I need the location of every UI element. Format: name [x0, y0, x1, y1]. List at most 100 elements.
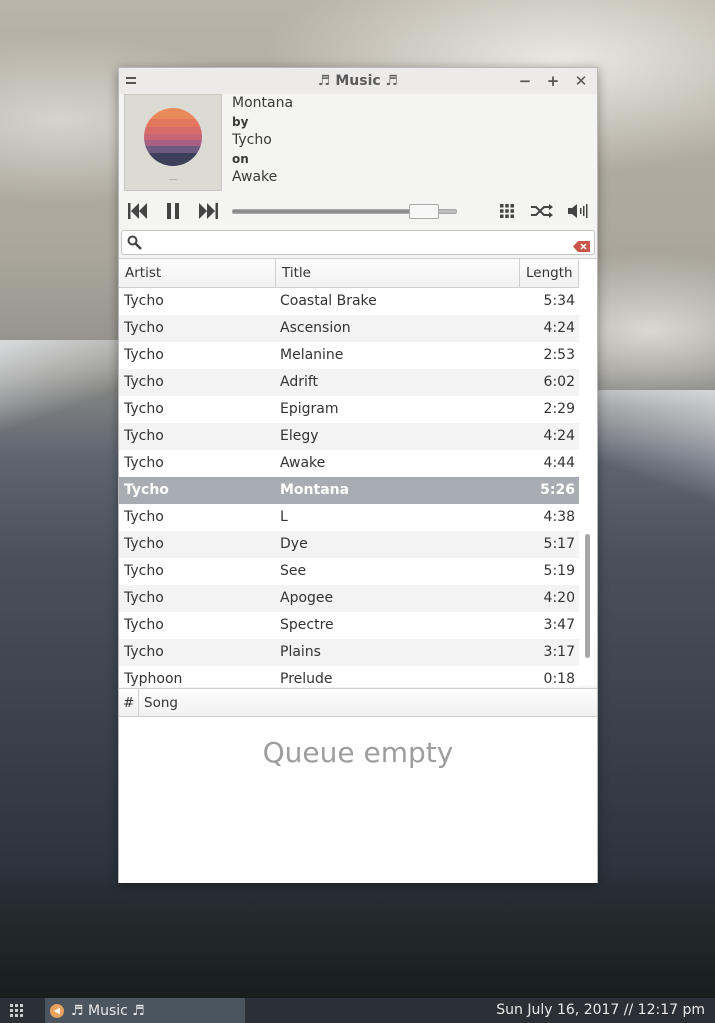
- row-length: 2:29: [543, 401, 575, 417]
- table-row[interactable]: Tycho Ascension 4:24: [119, 315, 579, 342]
- row-length: 5:17: [543, 536, 575, 552]
- row-artist: Tycho: [124, 590, 164, 606]
- queue-header: # Song: [119, 689, 597, 717]
- row-length: 4:44: [543, 455, 575, 471]
- seek-bar-handle[interactable]: [409, 204, 439, 219]
- row-artist: Tycho: [124, 455, 164, 471]
- row-artist: Tycho: [124, 320, 164, 336]
- seek-bar[interactable]: [232, 204, 457, 219]
- row-title: Ascension: [280, 320, 351, 336]
- music-app-icon: [50, 1003, 64, 1018]
- row-artist: Tycho: [124, 536, 164, 552]
- row-title: Dye: [280, 536, 308, 552]
- track-info: Montana by Tycho on Awake: [232, 94, 293, 187]
- queue-empty-message: Queue empty: [262, 736, 454, 769]
- wallpaper-snow-right: [595, 390, 715, 510]
- search-input[interactable]: [146, 233, 566, 252]
- row-title: Spectre: [280, 617, 334, 633]
- table-row[interactable]: Tycho Awake 4:44: [119, 450, 579, 477]
- track-artist: Tycho: [232, 132, 272, 148]
- table-row[interactable]: Tycho Spectre 3:47: [119, 612, 579, 639]
- library-scrollbar[interactable]: [584, 288, 592, 687]
- table-row[interactable]: Tycho Apogee 4:20: [119, 585, 579, 612]
- skip-next-icon[interactable]: [197, 200, 219, 222]
- row-length: 4:20: [543, 590, 575, 606]
- row-length: 0:18: [543, 671, 575, 687]
- taskbar-task-music[interactable]: ♬ Music ♬: [45, 998, 245, 1023]
- row-length: 4:24: [543, 320, 575, 336]
- table-row[interactable]: Tycho Coastal Brake 5:34: [119, 288, 579, 315]
- pause-icon[interactable]: [162, 200, 184, 222]
- row-title: Epigram: [280, 401, 339, 417]
- table-row[interactable]: Typhoon Prelude 0:18: [119, 666, 579, 687]
- search-box[interactable]: [121, 230, 595, 255]
- row-title: Plains: [280, 644, 321, 660]
- row-artist: Tycho: [124, 617, 164, 633]
- table-row[interactable]: Tycho See 5:19: [119, 558, 579, 585]
- row-title: L: [280, 509, 288, 525]
- app-launcher-icon[interactable]: [10, 1004, 23, 1021]
- row-title: Melanine: [280, 347, 344, 363]
- column-header-title[interactable]: Title: [276, 259, 520, 288]
- row-artist: Tycho: [124, 428, 164, 444]
- queue-column-song[interactable]: Song: [140, 689, 178, 717]
- row-length: 2:53: [543, 347, 575, 363]
- track-title: Montana: [232, 95, 294, 111]
- row-length: 5:26: [540, 482, 575, 498]
- taskbar-task-label: ♬ Music ♬: [71, 1002, 145, 1019]
- volume-icon[interactable]: [567, 200, 591, 222]
- row-length: 3:17: [543, 644, 575, 660]
- row-length: 3:47: [543, 617, 575, 633]
- column-header-length[interactable]: Length: [520, 259, 579, 288]
- seek-bar-fill: [233, 210, 424, 213]
- table-row[interactable]: Tycho Plains 3:17: [119, 639, 579, 666]
- track-album: Awake: [232, 169, 278, 185]
- music-window: ♬ Music ♬ − + ✕ Montana by Tycho on Awak…: [118, 67, 598, 883]
- library-rows: Tycho Coastal Brake 5:34 Tycho Ascension 4:24…: [119, 288, 579, 687]
- row-title: Montana: [280, 482, 350, 498]
- row-title: Coastal Brake: [280, 293, 377, 309]
- row-artist: Tycho: [124, 482, 169, 498]
- maximize-button[interactable]: +: [543, 71, 563, 91]
- grid-icon[interactable]: [497, 200, 517, 222]
- title-bar[interactable]: ♬ Music ♬ − + ✕: [119, 68, 597, 94]
- clock[interactable]: Sun July 16, 2017 // 12:17 pm: [496, 998, 705, 1023]
- row-title: Elegy: [280, 428, 319, 444]
- taskbar: ♬ Music ♬ Sun July 16, 2017 // 12:17 pm: [0, 998, 715, 1023]
- minimize-button[interactable]: −: [515, 71, 535, 91]
- row-length: 6:02: [543, 374, 575, 390]
- queue-column-number[interactable]: #: [119, 689, 139, 717]
- row-artist: Tycho: [124, 374, 164, 390]
- now-playing: Montana by Tycho on Awake: [119, 94, 597, 196]
- scrollbar-thumb[interactable]: [585, 534, 590, 658]
- table-row[interactable]: Tycho Elegy 4:24: [119, 423, 579, 450]
- wallpaper-snow-left: [0, 340, 120, 430]
- library-table: Artist Title Length Tycho Coastal Brake 5:…: [119, 258, 597, 687]
- row-artist: Tycho: [124, 644, 164, 660]
- row-title: Prelude: [280, 671, 333, 687]
- row-artist: Tycho: [124, 563, 164, 579]
- column-header-artist[interactable]: Artist: [119, 259, 276, 288]
- library-header: Artist Title Length: [119, 259, 579, 288]
- wallpaper-forest: [0, 868, 715, 998]
- row-artist: Tycho: [124, 293, 164, 309]
- album-art: [124, 94, 222, 191]
- table-row[interactable]: Tycho Montana 5:26: [119, 477, 579, 504]
- playback-controls: [119, 196, 597, 226]
- table-row[interactable]: Tycho Dye 5:17: [119, 531, 579, 558]
- row-title: Apogee: [280, 590, 334, 606]
- close-button[interactable]: ✕: [571, 71, 591, 91]
- table-row[interactable]: Tycho Epigram 2:29: [119, 396, 579, 423]
- row-artist: Tycho: [124, 401, 164, 417]
- table-row[interactable]: Tycho Adrift 6:02: [119, 369, 579, 396]
- search-icon: [127, 235, 143, 255]
- row-length: 4:24: [543, 428, 575, 444]
- clear-search-icon[interactable]: [573, 237, 590, 256]
- skip-previous-icon[interactable]: [127, 200, 149, 222]
- table-row[interactable]: Tycho L 4:38: [119, 504, 579, 531]
- hamburger-icon[interactable]: [121, 71, 141, 91]
- row-title: Awake: [280, 455, 326, 471]
- table-row[interactable]: Tycho Melanine 2:53: [119, 342, 579, 369]
- window-title: ♬ Music ♬: [317, 73, 399, 89]
- shuffle-icon[interactable]: [530, 200, 554, 222]
